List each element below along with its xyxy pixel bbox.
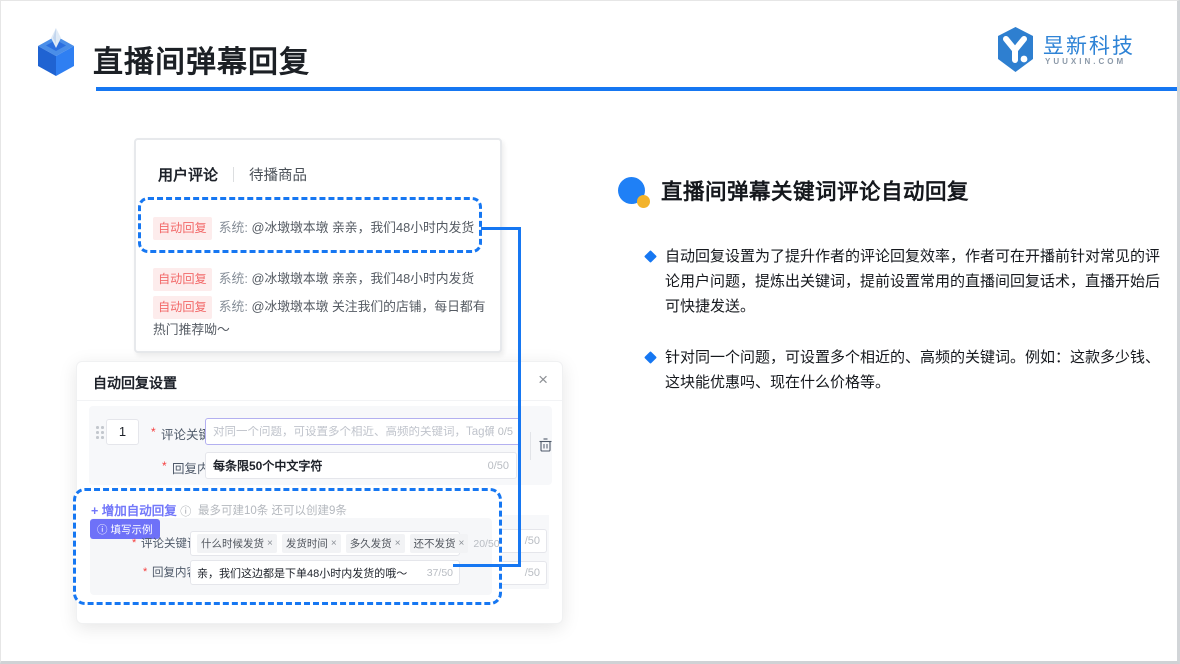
feature-heading: 直播间弹幕关键词评论自动回复 — [661, 180, 970, 204]
comments-tabs: 用户评论 待播商品 — [158, 164, 307, 185]
tag-remove-icon[interactable]: × — [459, 538, 465, 549]
tab-divider — [233, 167, 235, 182]
required-asterisk: * — [162, 459, 167, 473]
connector-line-vertical — [518, 227, 521, 567]
example-highlight-box: + 增加自动回复 ⓘ 最多可建10条 还可以创建9条 ⓘ 填写示例 * 评论关键… — [73, 488, 502, 605]
rule-actions-divider — [530, 432, 531, 460]
info-icon: ⓘ — [97, 523, 108, 536]
modal-header-divider — [77, 400, 562, 401]
tag-remove-icon[interactable]: × — [267, 538, 273, 549]
keyword-tag[interactable]: 发货时间 × — [281, 534, 341, 553]
example-panel: ⓘ 填写示例 * 评论关键词 什么时候发货 × 发货时间 × 多久发货 × 还不发货 ×… — [90, 518, 500, 595]
rule-panel: 1 * 评论关键词 0/5 * 回复内容 0/50 — [89, 406, 552, 485]
example-reply-counter: 37/50 — [426, 566, 453, 579]
company-logo-icon — [998, 27, 1033, 72]
example-keyword-input[interactable]: 什么时候发货 × 发货时间 × 多久发货 × 还不发货 × 20/50 — [190, 531, 500, 556]
comment-row: 自动回复 系统: @冰墩墩本墩 亲亲，我们48小时内发货 — [153, 268, 493, 291]
reply-input[interactable]: 0/50 — [205, 452, 517, 479]
drag-handle-icon[interactable] — [96, 426, 104, 440]
required-asterisk: * — [143, 566, 148, 578]
add-auto-reply-link[interactable]: + 增加自动回复 ⓘ — [91, 500, 191, 519]
comment-text: @冰墩墩本墩 亲亲，我们48小时内发货 — [251, 271, 475, 286]
required-asterisk: * — [132, 537, 137, 549]
close-icon[interactable]: × — [538, 370, 548, 390]
example-keyword-counter: 20/50 — [473, 537, 500, 550]
page-title: 直播间弹幕回复 — [93, 46, 310, 79]
modal-title: 自动回复设置 — [93, 375, 177, 391]
comment-prefix: 系统: — [218, 271, 248, 286]
bullet-diamond-icon — [644, 351, 657, 364]
tag-remove-icon[interactable]: × — [331, 538, 337, 549]
connector-line-bottom — [453, 564, 521, 567]
reply-counter: 0/50 — [487, 459, 509, 472]
feature-bullet: 针对同一个问题，可设置多个相近的、高频的关键词。例如：这款多少钱、这块能优惠吗、… — [665, 349, 1161, 391]
add-auto-reply-hint: 最多可建10条 还可以创建9条 — [198, 505, 347, 517]
keyword-tag[interactable]: 什么时候发货 × — [197, 534, 277, 553]
keyword-input-field[interactable] — [213, 425, 494, 438]
auto-reply-badge: 自动回复 — [153, 296, 212, 319]
connector-line-top — [481, 227, 521, 230]
app-cube-icon — [38, 28, 74, 76]
header-accent-line — [96, 87, 1177, 91]
delete-icon[interactable] — [539, 438, 552, 452]
highlight-comment-box — [138, 197, 482, 253]
tab-user-comments[interactable]: 用户评论 — [158, 164, 218, 185]
reply-input-field[interactable] — [213, 458, 484, 473]
company-name: 昱新科技 — [1043, 35, 1135, 58]
comment-prefix: 系统: — [218, 299, 248, 314]
rule-index-input[interactable]: 1 — [106, 419, 139, 445]
tab-pending-products[interactable]: 待播商品 — [249, 164, 307, 185]
company-domain: YUUXIN.COM — [1045, 57, 1127, 66]
example-reply-input[interactable]: 37/50 — [190, 560, 460, 585]
hidden-counter-box: /50 — [495, 529, 547, 553]
comment-row: 自动回复 系统: @冰墩墩本墩 关注我们的店铺，每日都有热门推荐呦～ — [153, 296, 493, 340]
tag-remove-icon[interactable]: × — [395, 538, 401, 549]
feature-bullet: 自动回复设置为了提升作者的评论回复效率，作者可在开播前针对常见的评论用户问题，提… — [665, 248, 1161, 315]
example-reply-input-field[interactable] — [197, 566, 424, 579]
keyword-tag[interactable]: 还不发货 × — [409, 534, 469, 553]
keyword-input[interactable]: 0/5 — [205, 418, 521, 445]
feature-icon-accent — [637, 195, 650, 208]
keyword-tag[interactable]: 多久发货 × — [345, 534, 405, 553]
auto-reply-badge: 自动回复 — [153, 268, 212, 291]
bullet-diamond-icon — [644, 250, 657, 263]
page: 直播间弹幕回复 昱新科技 YUUXIN.COM 用户评论 待播商品 自动回复 系统… — [0, 0, 1180, 664]
keyword-counter: 0/5 — [497, 425, 513, 438]
required-asterisk: * — [151, 425, 156, 439]
company-logo: 昱新科技 YUUXIN.COM — [993, 26, 1173, 78]
info-icon: ⓘ — [180, 506, 192, 518]
